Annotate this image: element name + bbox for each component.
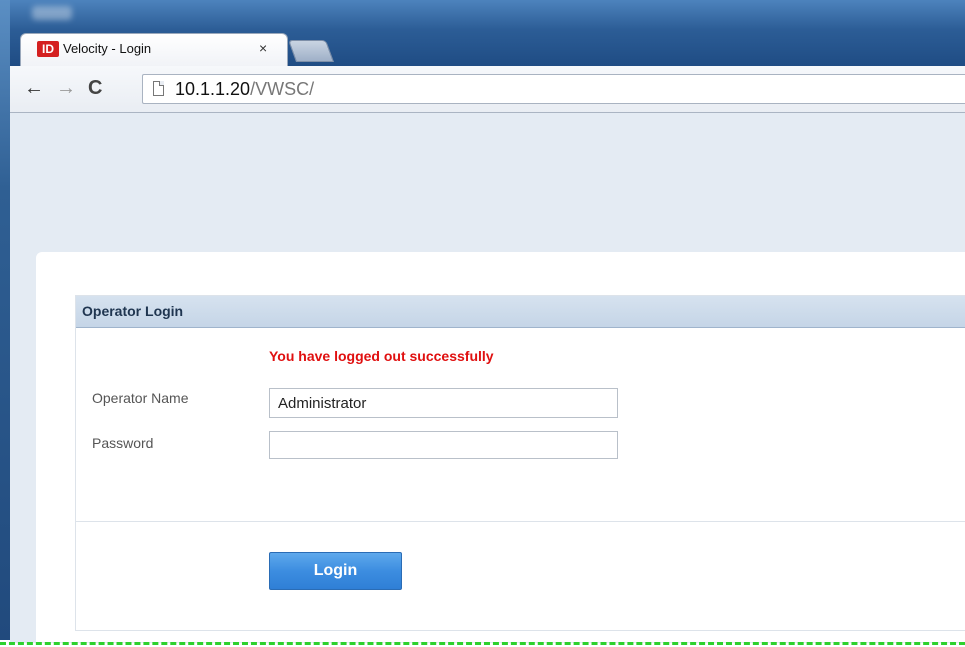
close-icon[interactable]: × — [259, 40, 267, 56]
login-panel: Operator Login You have logged out succe… — [75, 295, 965, 631]
login-button[interactable]: Login — [269, 552, 402, 590]
logout-message: You have logged out successfully — [269, 348, 494, 364]
browser-toolbar: ← → C 10.1.1.20/VWSC/ — [10, 66, 965, 113]
divider — [76, 521, 965, 522]
dashed-border — [0, 642, 965, 645]
window-glow — [32, 6, 72, 20]
new-tab-button[interactable] — [287, 40, 335, 62]
operator-name-label: Operator Name — [92, 390, 189, 406]
address-bar[interactable]: 10.1.1.20/VWSC/ — [142, 74, 965, 104]
password-input[interactable] — [269, 431, 618, 459]
password-label: Password — [92, 435, 154, 451]
forward-arrow-icon[interactable]: → — [56, 76, 76, 100]
login-title: Operator Login — [82, 303, 184, 319]
url-text: 10.1.1.20/VWSC/ — [175, 79, 314, 100]
tab-title: Velocity - Login — [63, 41, 152, 56]
url-path: /VWSC/ — [250, 79, 315, 99]
reload-icon[interactable]: C — [88, 76, 102, 100]
operator-name-input[interactable] — [269, 388, 618, 418]
favicon-icon: ID — [37, 41, 59, 57]
browser-tab[interactable]: ID Velocity - Login × — [20, 33, 288, 66]
login-header: Operator Login — [76, 296, 965, 328]
page-icon — [153, 81, 164, 96]
url-host: 10.1.1.20 — [175, 79, 251, 99]
window-frame — [0, 0, 10, 640]
back-arrow-icon[interactable]: ← — [24, 76, 44, 100]
